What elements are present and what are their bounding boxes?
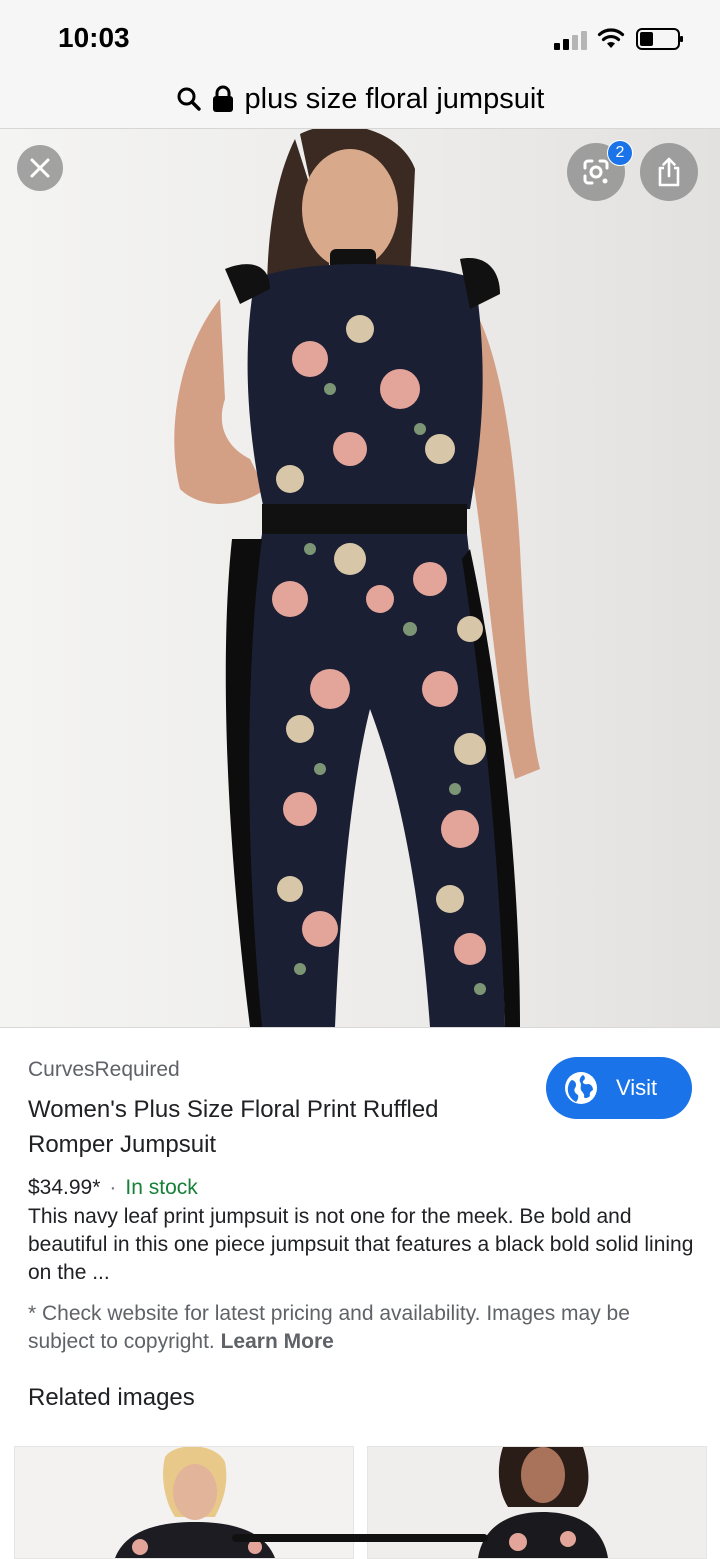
divider: [0, 1027, 720, 1028]
status-bar: 10:03: [0, 0, 720, 70]
disclaimer: * Check website for latest pricing and a…: [28, 1300, 696, 1356]
address-bar[interactable]: plus size floral jumpsuit: [0, 70, 720, 129]
home-indicator[interactable]: [232, 1534, 488, 1542]
visit-label: Visit: [616, 1075, 658, 1100]
related-image-1[interactable]: [14, 1446, 354, 1559]
search-icon: [177, 87, 201, 111]
status-time: 10:03: [58, 22, 130, 53]
product-image[interactable]: [0, 129, 720, 1027]
stock-status: In stock: [125, 1176, 198, 1199]
signal-icon: [554, 31, 587, 50]
share-icon: [658, 157, 680, 187]
search-query: plus size floral jumpsuit: [244, 83, 545, 115]
battery-icon: [636, 28, 683, 50]
lens-icon: [583, 159, 609, 185]
close-icon: [30, 158, 50, 178]
related-image-2[interactable]: [367, 1446, 707, 1559]
lock-icon: [213, 85, 234, 112]
price: $34.99*: [28, 1176, 101, 1199]
share-button[interactable]: [640, 143, 698, 201]
learn-more-link[interactable]: Learn More: [221, 1330, 334, 1353]
lens-count-badge: 2: [607, 140, 633, 166]
product-description: This navy leaf print jumpsuit is not one…: [28, 1205, 694, 1284]
product-title[interactable]: Women's Plus Size Floral Print Ruffled R…: [28, 1092, 498, 1162]
globe-icon: [565, 1072, 597, 1104]
price-separator: ·: [109, 1176, 117, 1199]
price-line: $34.99* · In stock: [28, 1176, 198, 1200]
visit-button[interactable]: Visit: [546, 1057, 692, 1119]
source-site[interactable]: CurvesRequired: [28, 1058, 180, 1082]
related-images-heading: Related images: [28, 1384, 195, 1411]
close-button[interactable]: [17, 145, 63, 191]
wifi-icon: [597, 28, 625, 48]
